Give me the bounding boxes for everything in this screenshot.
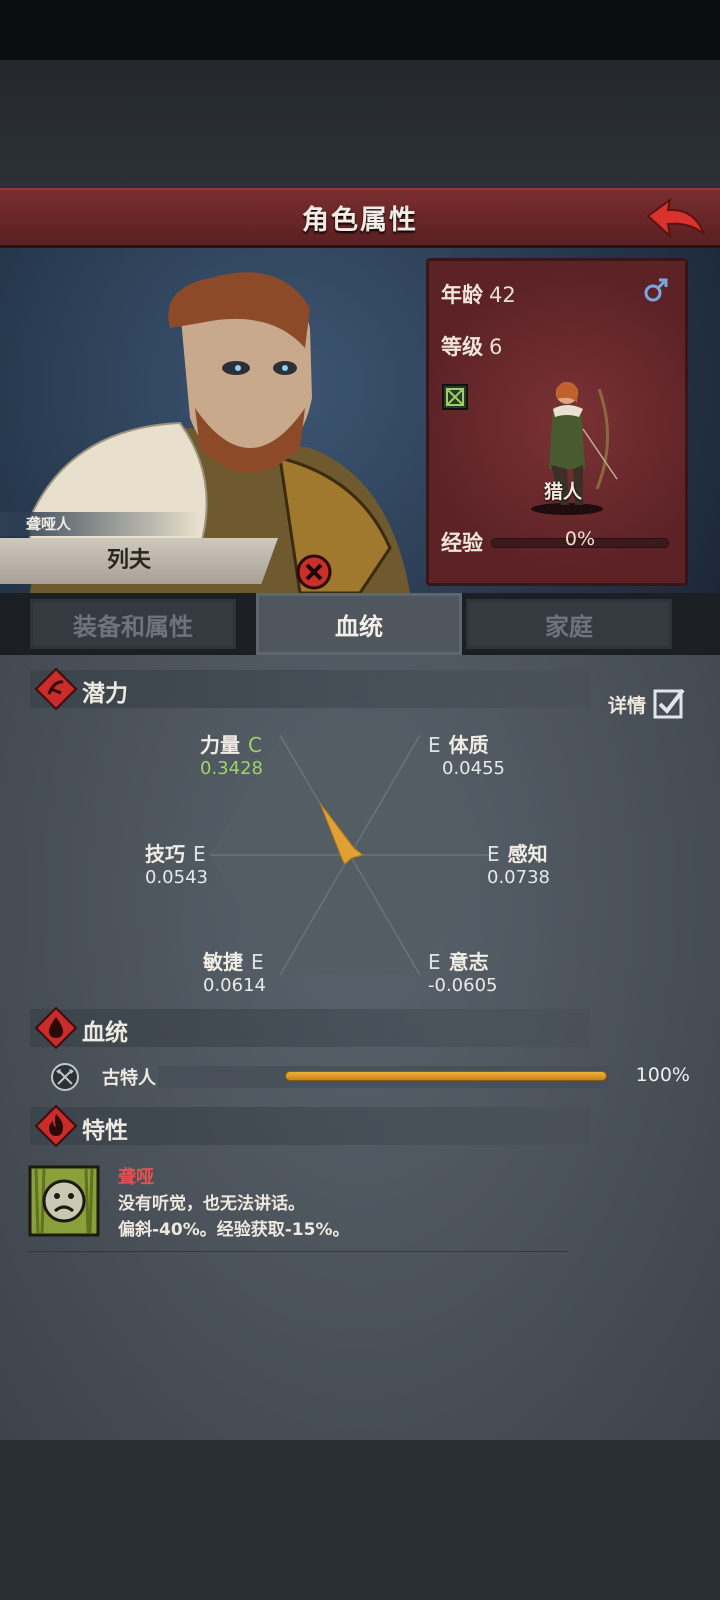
stat-will-grade: E xyxy=(428,950,441,974)
exp-label: 经验 xyxy=(441,531,483,555)
bloodline-header: 血统 xyxy=(30,1006,590,1050)
stat-agility: 敏捷 E 0.0614 xyxy=(203,950,272,998)
trait-name: 聋哑 xyxy=(118,1167,154,1188)
character-name[interactable]: 列夫 xyxy=(0,538,278,584)
stat-will: E 意志 -0.0605 xyxy=(428,950,497,998)
back-arrow-icon[interactable] xyxy=(644,196,708,244)
stat-skill-name: 技巧 xyxy=(145,842,185,866)
stat-agility-grade: E xyxy=(251,950,264,974)
detail-checkbox[interactable] xyxy=(652,686,686,720)
stat-skill-value: 0.0543 xyxy=(145,867,208,888)
stat-will-name: 意志 xyxy=(448,950,489,974)
stat-strength: 力量 C 0.3428 xyxy=(200,733,270,781)
trait-line-2: 偏斜-40%。经验获取-15%。 xyxy=(118,1220,350,1240)
traits-header: 特性 xyxy=(30,1104,590,1148)
flame-icon xyxy=(34,1104,78,1148)
detail-label: 详情 xyxy=(607,695,646,717)
page-title: 角色属性 xyxy=(302,205,418,236)
traits-heading: 特性 xyxy=(82,1118,128,1144)
stat-perception-grade: E xyxy=(487,842,500,866)
class-label: 猎人 xyxy=(543,481,582,503)
trait-description: 没有听觉，也无法讲话。 偏斜-40%。经验获取-15%。 xyxy=(118,1191,350,1243)
potential-header: 潜力 xyxy=(30,667,590,711)
bloodline-heading: 血统 xyxy=(82,1020,128,1046)
male-icon xyxy=(644,278,668,302)
stat-skill-grade: E xyxy=(193,842,206,866)
character-subtitle: 聋哑人 xyxy=(0,512,200,536)
potential-icon xyxy=(34,667,78,711)
level-label: 等级 xyxy=(441,335,483,359)
trait-line-1: 没有听觉，也无法讲话。 xyxy=(118,1194,305,1214)
deaf-mute-face-icon[interactable] xyxy=(28,1165,100,1237)
stat-perception: E 感知 0.0738 xyxy=(487,842,550,890)
tab-bar: 装备和属性 血统 家庭 xyxy=(0,593,720,655)
stat-agility-name: 敏捷 xyxy=(203,950,243,974)
tab-bloodline[interactable]: 血统 xyxy=(256,593,462,655)
stat-constitution-value: 0.0455 xyxy=(442,758,505,779)
tab-equipment[interactable]: 装备和属性 xyxy=(30,599,236,649)
age-label: 年龄 xyxy=(441,283,483,307)
close-icon[interactable] xyxy=(296,554,332,590)
age-value: 42 xyxy=(489,283,516,307)
stat-strength-grade: C xyxy=(248,733,262,757)
bottom-area xyxy=(0,1440,720,1600)
level-row: 等级 6 xyxy=(441,331,502,361)
bloodline-name: 古特人 xyxy=(102,1068,156,1089)
stat-constitution-name: 体质 xyxy=(448,733,489,757)
header-background xyxy=(0,60,720,188)
info-panel: 年龄 42 等级 6 猎人 经验 0% xyxy=(426,258,688,586)
exp-percent: 0% xyxy=(564,528,596,550)
bloodline-row: 古特人 100% xyxy=(50,1060,690,1094)
stat-perception-value: 0.0738 xyxy=(487,867,550,888)
stat-strength-name: 力量 xyxy=(200,733,240,757)
status-box-icon[interactable] xyxy=(441,383,469,411)
divider xyxy=(28,1251,568,1252)
title-bar: 角色属性 xyxy=(0,188,720,248)
stat-constitution-grade: E xyxy=(428,733,441,757)
status-bar xyxy=(0,0,720,60)
bloodline-fill xyxy=(285,1071,607,1081)
bloodline-percent: 100% xyxy=(635,1064,690,1086)
tab-family[interactable]: 家庭 xyxy=(466,599,672,649)
level-value: 6 xyxy=(489,335,503,359)
stat-agility-value: 0.0614 xyxy=(203,975,266,996)
potential-heading: 潜力 xyxy=(82,681,128,707)
stat-skill: 技巧 E 0.0543 xyxy=(145,842,214,890)
age-row: 年龄 42 xyxy=(441,279,516,309)
stat-strength-value: 0.3428 xyxy=(200,758,263,779)
blood-drop-icon xyxy=(34,1006,78,1050)
stat-constitution: E 体质 0.0455 xyxy=(428,733,505,781)
crossed-axes-icon xyxy=(51,1063,79,1091)
stat-perception-name: 感知 xyxy=(507,842,548,866)
stat-will-value: -0.0605 xyxy=(428,975,498,996)
